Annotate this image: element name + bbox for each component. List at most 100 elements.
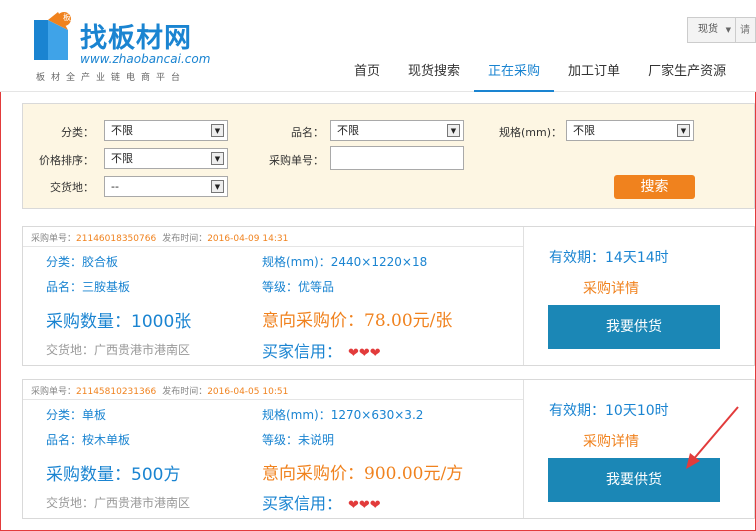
card-spec: 规格(mm)：1270×630×3.2 <box>262 406 423 423</box>
product-name-label: 品名： <box>291 126 324 139</box>
order-no-input[interactable] <box>330 146 464 170</box>
price-value: 78.00元/张 <box>364 311 453 331</box>
card-vertical-divider <box>523 380 524 518</box>
heart-icon: ❤❤❤ <box>348 498 381 513</box>
publish-time: 2016-04-09 14:31 <box>207 234 289 244</box>
product-name-value: 桉木单板 <box>82 433 131 447</box>
search-input[interactable] <box>740 21 756 39</box>
nav-item-stock-search[interactable]: 现货搜索 <box>394 60 474 92</box>
card-buyer-credit: 买家信用： ❤❤❤ <box>262 338 381 362</box>
purchase-detail-link[interactable]: 采购详情 <box>583 431 639 451</box>
card-price: 意向采购价：900.00元/方 <box>262 459 463 484</box>
card-vertical-divider <box>523 227 524 365</box>
card-divider <box>23 399 523 400</box>
product-name-select-value: 不限 <box>337 124 359 137</box>
spec-select-value: 不限 <box>573 124 595 137</box>
search-box: 现货 ▼ <box>687 17 756 43</box>
card-meta: 采购单号：21146018350766 发布时间：2016-04-09 14:31 <box>31 231 288 244</box>
supply-button[interactable]: 我要供货 <box>548 458 720 502</box>
validity-value: 14天14时 <box>605 250 669 266</box>
product-name-select[interactable]: 不限 ▼ <box>330 120 464 141</box>
price-label: 意向采购价： <box>262 311 364 331</box>
chevron-down-icon: ▼ <box>725 26 731 34</box>
price-sort-select-value: 不限 <box>111 152 133 165</box>
card-spec: 规格(mm)：2440×1220×18 <box>262 253 427 270</box>
delivery-select[interactable]: -- ▼ <box>104 176 228 197</box>
delivery-value: 广西贵港市港南区 <box>94 343 191 357</box>
logo-url: www.zhaobancai.com <box>80 52 211 66</box>
grade-value: 未说明 <box>298 433 335 447</box>
search-type-value: 现货 <box>698 24 718 35</box>
card-product-name: 品名：三胺基板 <box>46 278 130 295</box>
delivery-select-value: -- <box>111 180 119 193</box>
price-value: 900.00元/方 <box>364 464 464 484</box>
search-button[interactable]: 搜索 <box>614 175 695 199</box>
publish-time-label: 发布时间： <box>162 387 208 397</box>
card-grade: 等级：未说明 <box>262 431 334 448</box>
order-no-label: 采购单号： <box>31 234 77 244</box>
publish-time-label: 发布时间： <box>162 234 208 244</box>
purchase-detail-link[interactable]: 采购详情 <box>583 278 639 298</box>
chevron-down-icon: ▼ <box>447 124 460 137</box>
spec-label: 规格(mm)： <box>498 126 562 139</box>
chevron-down-icon: ▼ <box>211 152 224 165</box>
order-no-label: 采购单号： <box>31 387 77 397</box>
logo-tagline: 板材全产业链电商平台 <box>36 73 187 83</box>
card-validity: 有效期：14天14时 <box>549 247 669 267</box>
main-nav: 首页 现货搜索 正在采购 加工订单 厂家生产资源 <box>340 60 740 92</box>
quantity-label: 采购数量： <box>46 465 131 485</box>
price-sort-select[interactable]: 不限 ▼ <box>104 148 228 169</box>
grade-value: 优等品 <box>298 280 335 294</box>
card-meta: 采购单号：21145810231366 发布时间：2016-04-05 10:51 <box>31 384 288 397</box>
delivery-label: 交货地： <box>46 343 95 357</box>
validity-label: 有效期： <box>549 403 605 419</box>
nav-item-factory-resources[interactable]: 厂家生产资源 <box>634 60 740 92</box>
grade-label: 等级： <box>262 280 299 294</box>
logo-name[interactable]: 找板材网 <box>80 16 192 55</box>
product-name-label: 品名： <box>46 280 83 294</box>
category-value: 胶合板 <box>82 255 119 269</box>
card-price: 意向采购价：78.00元/张 <box>262 306 452 331</box>
order-no: 21145810231366 <box>76 387 157 397</box>
category-select[interactable]: 不限 ▼ <box>104 120 228 141</box>
grade-label: 等级： <box>262 433 299 447</box>
category-label: 分类： <box>46 408 83 422</box>
quantity-value: 500方 <box>131 465 181 485</box>
card-quantity: 采购数量：1000张 <box>46 307 191 332</box>
nav-item-home[interactable]: 首页 <box>340 60 394 92</box>
card-delivery: 交货地：广西贵港市港南区 <box>46 341 190 358</box>
heart-icon: ❤❤❤ <box>348 346 381 361</box>
chevron-down-icon: ▼ <box>211 180 224 193</box>
publish-time: 2016-04-05 10:51 <box>207 387 289 397</box>
price-sort-label: 价格排序： <box>39 154 94 167</box>
delivery-value: 广西贵港市港南区 <box>94 496 191 510</box>
nav-item-purchasing[interactable]: 正在采购 <box>474 60 555 92</box>
delivery-label: 交货地： <box>46 496 95 510</box>
quantity-label: 采购数量： <box>46 312 131 332</box>
credit-label: 买家信用： <box>262 342 343 361</box>
card-grade: 等级：优等品 <box>262 278 334 295</box>
category-label: 分类： <box>46 255 83 269</box>
validity-label: 有效期： <box>549 250 605 266</box>
card-category: 分类：胶合板 <box>46 253 118 270</box>
order-no: 21146018350766 <box>76 234 157 244</box>
spec-value: 1270×630×3.2 <box>330 408 424 422</box>
category-select-value: 不限 <box>111 124 133 137</box>
quantity-value: 1000张 <box>131 312 192 332</box>
nav-item-processing-orders[interactable]: 加工订单 <box>554 60 634 92</box>
spec-select[interactable]: 不限 ▼ <box>566 120 694 141</box>
validity-value: 10天10时 <box>605 403 669 419</box>
logo-badge: 板 <box>63 13 71 22</box>
delivery-label: 交货地： <box>50 181 94 194</box>
search-type-select[interactable]: 现货 ▼ <box>688 18 736 42</box>
price-label: 意向采购价： <box>262 464 364 484</box>
card-delivery: 交货地：广西贵港市港南区 <box>46 494 190 511</box>
product-name-label: 品名： <box>46 433 83 447</box>
spec-value: 2440×1220×18 <box>330 255 428 269</box>
category-value: 单板 <box>82 408 107 422</box>
supply-button[interactable]: 我要供货 <box>548 305 720 349</box>
category-label: 分类： <box>61 126 94 139</box>
card-validity: 有效期：10天10时 <box>549 400 669 420</box>
chevron-down-icon: ▼ <box>677 124 690 137</box>
chevron-down-icon: ▼ <box>211 124 224 137</box>
